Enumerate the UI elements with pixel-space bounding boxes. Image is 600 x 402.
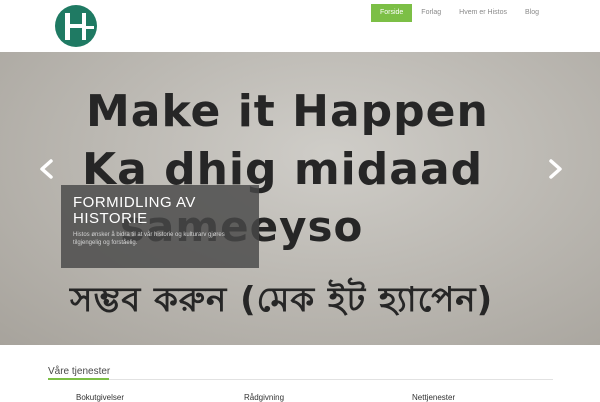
service-item-bokutgivelser[interactable]: Bokutgivelser (76, 393, 124, 402)
nav-item-forlag[interactable]: Forlag (412, 4, 450, 22)
hero-caption-text: Histos ønsker å bidra til at vår histori… (73, 232, 225, 246)
hero-wall-text-line: Make it Happen (86, 86, 489, 137)
hero-wall-text-line: সম্ভব করুন (মেক ইট হ্যাপেন) (70, 280, 494, 320)
nav-item-forside[interactable]: Forside (370, 4, 413, 22)
section-divider (48, 379, 553, 380)
service-item-radgivning[interactable]: Rådgivning (244, 393, 284, 402)
nav-item-blog[interactable]: Blog (516, 4, 548, 22)
hero-caption-box: FORMIDLING AV HISTORIE Histos ønsker å b… (61, 185, 259, 268)
hero-caption-title: FORMIDLING AV HISTORIE (73, 194, 196, 227)
histos-logo-icon[interactable] (54, 4, 98, 48)
section-title-underline (48, 378, 109, 380)
chevron-left-icon[interactable] (37, 158, 57, 180)
hero-slider: Make it Happen Ka dhig midaad sameeyso স… (0, 52, 600, 345)
main-navigation: Forside Forlag Hvem er Histos Blog (370, 4, 548, 22)
service-item-nettjenester[interactable]: Nettjenester (412, 393, 455, 402)
chevron-right-icon[interactable] (545, 158, 565, 180)
nav-item-hvem-er-histos[interactable]: Hvem er Histos (450, 4, 516, 22)
site-header: Forside Forlag Hvem er Histos Blog (0, 0, 600, 52)
